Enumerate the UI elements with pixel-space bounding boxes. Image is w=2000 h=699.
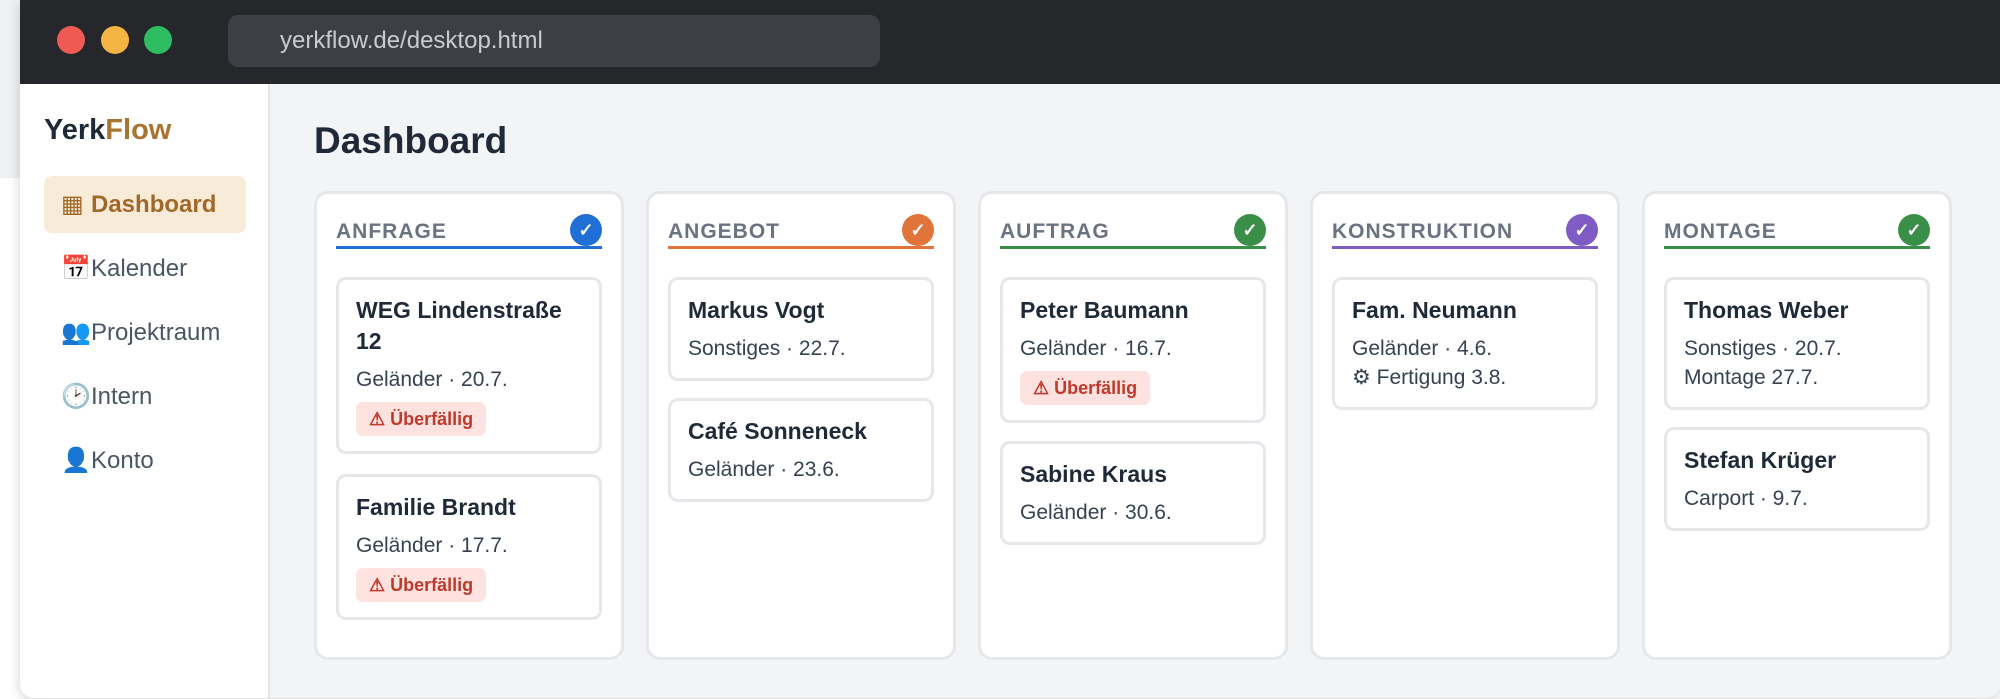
card-title: Stefan Krüger xyxy=(1684,447,1837,473)
card-meta: Sonstiges · 20.7. xyxy=(1684,337,1842,360)
people-icon: 👥 xyxy=(61,319,91,346)
project-card[interactable]: WEG Lindenstraße 12 Geländer · 20.7. ⚠ Ü… xyxy=(336,277,602,454)
card-title: Fam. Neumann xyxy=(1352,297,1517,323)
sidebar-nav: ▦ Dashboard 📅Kalender 👥Projektraum 🕑Inter… xyxy=(44,176,246,496)
sidebar-item-intern[interactable]: 🕑Intern xyxy=(44,368,246,425)
column-header: ANFRAGE ✓ xyxy=(336,214,602,249)
project-card[interactable]: Familie Brandt Geländer · 17.7. ⚠ Überfä… xyxy=(336,474,602,620)
column-title: ANFRAGE xyxy=(336,220,447,243)
column-konstruktion: KONSTRUKTION ✓ Fam. Neumann Geländer · 4… xyxy=(1310,191,1620,660)
column-header: AUFTRAG ✓ xyxy=(1000,214,1266,249)
check-icon: ✓ xyxy=(1898,214,1930,246)
sidebar-item-kalender[interactable]: 📅Kalender xyxy=(44,240,246,297)
minimize-window-button[interactable] xyxy=(101,26,129,54)
browser-toolbar: yerkflow.de/desktop.html xyxy=(20,0,2000,84)
sidebar-item-label: Projektraum xyxy=(91,319,221,346)
project-card[interactable]: Markus Vogt Sonstiges · 22.7. xyxy=(668,277,934,381)
card-meta: Geländer · 4.6. xyxy=(1352,337,1493,360)
logo-text-accent: Flow xyxy=(105,114,172,146)
card-meta: Carport · 9.7. xyxy=(1684,487,1808,510)
column-header: ANGEBOT ✓ xyxy=(668,214,934,249)
dashboard-icon: ▦ xyxy=(61,191,84,218)
card-title: Café Sonneneck xyxy=(688,418,867,444)
card-meta: Geländer · 23.6. xyxy=(688,458,840,481)
project-card[interactable]: Fam. Neumann Geländer · 4.6. ⚙ Fertigung… xyxy=(1332,277,1598,410)
card-meta: Sonstiges · 22.7. xyxy=(688,337,846,360)
clock-icon: 🕑 xyxy=(61,383,91,410)
card-title: Thomas Weber xyxy=(1684,297,1849,323)
column-title: AUFTRAG xyxy=(1000,220,1110,243)
sidebar: YerkFlow ▦ Dashboard 📅Kalender 👥Projektra… xyxy=(20,84,270,698)
overdue-badge: ⚠ Überfällig xyxy=(356,402,487,436)
card-installation-date: Montage 27.7. xyxy=(1684,366,1819,389)
column-title: ANGEBOT xyxy=(668,220,780,243)
browser-window: yerkflow.de/desktop.html YerkFlow ▦ Dashb… xyxy=(20,0,2000,698)
column-angebot: ANGEBOT ✓ Markus Vogt Sonstiges · 22.7. … xyxy=(646,191,956,660)
sidebar-item-label: Konto xyxy=(91,447,154,474)
sidebar-item-label: Intern xyxy=(91,383,153,410)
sidebar-item-projektraum[interactable]: 👥Projektraum xyxy=(44,304,246,361)
project-card[interactable]: Peter Baumann Geländer · 16.7. ⚠ Überfäl… xyxy=(1000,277,1266,423)
card-meta: Geländer · 16.7. xyxy=(1020,337,1172,360)
column-montage: MONTAGE ✓ Thomas Weber Sonstiges · 20.7.… xyxy=(1642,191,1952,660)
card-title: Familie Brandt xyxy=(356,494,516,520)
card-meta: Geländer · 20.7. xyxy=(356,368,508,391)
check-icon: ✓ xyxy=(570,214,602,246)
column-title: KONSTRUKTION xyxy=(1332,220,1514,243)
close-window-button[interactable] xyxy=(57,26,85,54)
card-meta: Geländer · 17.7. xyxy=(356,534,508,557)
column-auftrag: AUFTRAG ✓ Peter Baumann Geländer · 16.7.… xyxy=(978,191,1288,660)
sidebar-item-label: Kalender xyxy=(91,255,188,282)
sidebar-item-konto[interactable]: 👤Konto xyxy=(44,432,246,489)
column-anfrage: ANFRAGE ✓ WEG Lindenstraße 12 Geländer ·… xyxy=(314,191,624,660)
address-bar[interactable]: yerkflow.de/desktop.html xyxy=(228,15,880,67)
column-header: MONTAGE ✓ xyxy=(1664,214,1930,249)
card-title: Sabine Kraus xyxy=(1020,461,1167,487)
project-card[interactable]: Sabine Kraus Geländer · 30.6. xyxy=(1000,441,1266,545)
card-title: Markus Vogt xyxy=(688,297,825,323)
card-meta: Geländer · 30.6. xyxy=(1020,501,1172,524)
project-card[interactable]: Café Sonneneck Geländer · 23.6. xyxy=(668,398,934,502)
maximize-window-button[interactable] xyxy=(144,26,172,54)
overdue-badge: ⚠ Überfällig xyxy=(356,568,487,602)
card-title: WEG Lindenstraße 12 xyxy=(356,297,562,354)
sidebar-item-label: Dashboard xyxy=(91,191,217,218)
overdue-badge: ⚠ Überfällig xyxy=(1020,371,1151,405)
check-icon: ✓ xyxy=(1566,214,1598,246)
project-card[interactable]: Thomas Weber Sonstiges · 20.7. Montage 2… xyxy=(1664,277,1930,410)
check-icon: ✓ xyxy=(902,214,934,246)
card-title: Peter Baumann xyxy=(1020,297,1189,323)
column-header: KONSTRUKTION ✓ xyxy=(1332,214,1598,249)
project-card[interactable]: Stefan Krüger Carport · 9.7. xyxy=(1664,427,1930,531)
user-icon: 👤 xyxy=(61,447,91,474)
calendar-icon: 📅 xyxy=(61,255,91,282)
check-icon: ✓ xyxy=(1234,214,1266,246)
card-production-date: ⚙ Fertigung 3.8. xyxy=(1352,366,1507,389)
logo-text-primary: Yerk xyxy=(44,114,106,146)
main-content: Dashboard ANFRAGE ✓ WEG Lindenstraße 12 … xyxy=(272,84,2000,698)
page-title: Dashboard xyxy=(314,120,508,161)
column-title: MONTAGE xyxy=(1664,220,1777,243)
sidebar-item-dashboard[interactable]: ▦ Dashboard xyxy=(44,176,246,233)
app-logo[interactable]: YerkFlow xyxy=(44,114,171,147)
